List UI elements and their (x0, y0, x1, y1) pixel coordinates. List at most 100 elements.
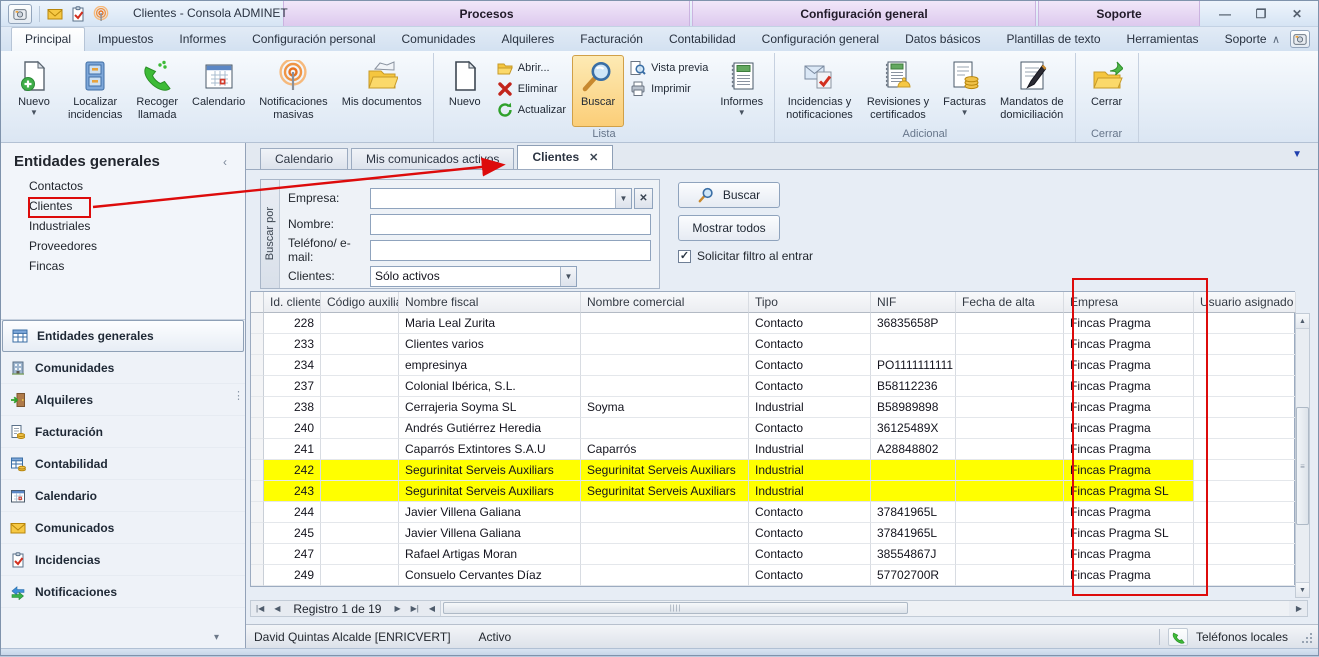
help-app-icon[interactable] (1290, 30, 1310, 48)
sidebar-item-alquileres[interactable]: Alquileres (1, 384, 245, 416)
vertical-scroll-thumb[interactable]: ≡ (1296, 407, 1309, 525)
column-header-codigo-auxiliar[interactable]: Código auxiliar (321, 292, 399, 313)
column-header-empresa[interactable]: Empresa (1064, 292, 1194, 313)
ribbon-tab-facturacion[interactable]: Facturación (567, 28, 656, 51)
restore-button[interactable]: ❐ (1248, 5, 1274, 22)
table-row[interactable]: 238Cerrajeria Soyma SLSoymaIndustrialB58… (251, 397, 1294, 418)
tasks-icon[interactable] (70, 6, 86, 22)
clientesselect[interactable]: Sólo activos▼ (370, 266, 577, 287)
mostrar-todos-button[interactable]: Mostrar todos (678, 215, 780, 241)
sidebar-item-entidades-generales[interactable]: Entidades generales (2, 320, 244, 352)
empresacombo[interactable]: ▼ (370, 188, 632, 209)
collapse-panel-icon[interactable]: ‹ (223, 155, 227, 169)
sidebar-item-contabilidad[interactable]: Contabilidad (1, 448, 245, 480)
ribbon-tab-alquileres[interactable]: Alquileres (489, 28, 568, 51)
buscar-button[interactable]: Buscar (572, 55, 624, 127)
sidebar-item-calendario[interactable]: Calendario (1, 480, 245, 512)
cerrar-button[interactable]: Cerrar (1081, 55, 1133, 127)
ribbon-tab-comunidades[interactable]: Comunidades (389, 28, 489, 51)
recoger-llamada-button[interactable]: Recoger llamada (130, 55, 184, 127)
explorer-item-proveedores[interactable]: Proveedores (1, 236, 245, 256)
column-header-fecha-de-alta[interactable]: Fecha de alta (956, 292, 1064, 313)
prev-record-button[interactable]: ◀ (269, 604, 285, 613)
clear-filter-icon[interactable]: ✕ (634, 188, 653, 209)
explorer-item-clientes[interactable]: Clientes (1, 196, 245, 216)
vertical-scrollbar[interactable]: ▲ ≡ ▼ (1295, 313, 1310, 598)
nuevo-button[interactable]: Nuevo (439, 55, 491, 127)
telefono-e-mailinput[interactable] (370, 240, 651, 261)
nombreinput[interactable] (370, 214, 651, 235)
ribbon-tab-plantillas-de-texto[interactable]: Plantillas de texto (993, 28, 1113, 51)
ribbon-tab-contabilidad[interactable]: Contabilidad (656, 28, 749, 51)
last-record-button[interactable]: ▶| (406, 604, 424, 613)
next-record-button[interactable]: ▶ (389, 604, 405, 613)
chevron-down-icon[interactable]: ▼ (560, 267, 576, 286)
collapse-ribbon-icon[interactable]: ∧ (1272, 33, 1280, 46)
imprimir-button[interactable]: Imprimir (630, 81, 708, 97)
tab-calendario[interactable]: Calendario (260, 148, 348, 169)
table-row[interactable]: 241Caparrós Extintores S.A.UCaparrósIndu… (251, 439, 1294, 460)
sidebar-item-comunicados[interactable]: Comunicados (1, 512, 245, 544)
scroll-left-icon[interactable]: ◀ (424, 604, 440, 613)
column-header-id-cliente[interactable]: Id. cliente (264, 292, 321, 313)
scroll-down-icon[interactable]: ▼ (1296, 582, 1309, 597)
abrir-button[interactable]: Abrir... (497, 60, 566, 76)
table-row[interactable]: 233Clientes variosContactoFincas Pragma (251, 334, 1294, 355)
mis-documentos-button[interactable]: Mis documentos (336, 55, 428, 127)
mail-icon[interactable] (47, 6, 63, 22)
buscar-button[interactable]: Buscar (678, 182, 780, 208)
table-row[interactable]: 245Javier Villena GalianaContacto3784196… (251, 523, 1294, 544)
scroll-right-icon[interactable]: ▶ (1291, 604, 1307, 613)
revisiones-y-certificados-button[interactable]: Revisiones y certificados (861, 55, 935, 127)
informes-button[interactable]: Informes▼ (714, 55, 769, 127)
local-phones-icon[interactable] (1168, 628, 1188, 646)
notificaciones-masivas-button[interactable]: Notificaciones masivas (253, 55, 333, 127)
table-row[interactable]: 247Rafael Artigas MoranContacto38554867J… (251, 544, 1294, 565)
facturas-button[interactable]: Facturas▼ (937, 55, 992, 127)
local-phones-label[interactable]: Teléfonos locales (1196, 630, 1288, 644)
sidebar-item-notificaciones[interactable]: Notificaciones (1, 576, 245, 608)
explorer-item-contactos[interactable]: Contactos (1, 176, 245, 196)
incidencias-y-notificaciones-button[interactable]: Incidencias y notificaciones (780, 55, 859, 127)
localizar-incidencias-button[interactable]: Localizar incidencias (62, 55, 128, 127)
column-header-nombre-comercial[interactable]: Nombre comercial (581, 292, 749, 313)
horizontal-scrollbar[interactable]: |||| (440, 601, 1289, 616)
table-row[interactable]: 234empresinyaContactoPO1111111111Fincas … (251, 355, 1294, 376)
ribbon-tab-configuracion-general[interactable]: Configuración general (749, 28, 892, 51)
horizontal-scroll-thumb[interactable]: |||| (443, 602, 908, 614)
minimize-button[interactable]: — (1212, 5, 1238, 22)
ribbon-tab-principal[interactable]: Principal (11, 27, 85, 51)
app-icon[interactable] (8, 4, 32, 24)
vista-previa-button[interactable]: Vista previa (630, 60, 708, 76)
table-row[interactable]: 243Segurinitat Serveis AuxiliarsSegurini… (251, 481, 1294, 502)
table-row[interactable]: 242Segurinitat Serveis AuxiliarsSegurini… (251, 460, 1294, 481)
sidebar-item-comunidades[interactable]: Comunidades (1, 352, 245, 384)
table-row[interactable]: 240Andrés Gutiérrez HerediaContacto36125… (251, 418, 1294, 439)
ribbon-tab-datos-basicos[interactable]: Datos básicos (892, 28, 993, 51)
tab-list-dropdown-icon[interactable]: ▼ (1292, 149, 1302, 160)
sidebar-overflow-icon[interactable]: ▾ (214, 632, 219, 643)
column-header-usuario-asignado[interactable]: Usuario asignado (1194, 292, 1296, 313)
table-row[interactable]: 228Maria Leal ZuritaContacto36835658PFin… (251, 313, 1294, 334)
ribbon-tab-soporte[interactable]: Soporte (1212, 28, 1280, 51)
tab-clientes[interactable]: Clientes✕ (517, 145, 613, 169)
column-header-nif[interactable]: NIF (871, 292, 956, 313)
table-row[interactable]: 249Consuelo Cervantes DíazContacto577027… (251, 565, 1294, 586)
scroll-up-icon[interactable]: ▲ (1296, 314, 1309, 329)
splitter-handle[interactable]: ⋮ (233, 393, 244, 400)
solicitar-filtro-checkbox[interactable]: ✓ (678, 250, 691, 263)
explorer-item-fincas[interactable]: Fincas (1, 256, 245, 276)
ribbon-tab-configuracion-personal[interactable]: Configuración personal (239, 28, 388, 51)
column-header-tipo[interactable]: Tipo (749, 292, 871, 313)
sidebar-item-facturacion[interactable]: Facturación (1, 416, 245, 448)
nuevo-button[interactable]: Nuevo▼ (8, 55, 60, 127)
actualizar-button[interactable]: Actualizar (497, 102, 566, 118)
chevron-down-icon[interactable]: ▼ (615, 189, 631, 208)
ribbon-tab-herramientas[interactable]: Herramientas (1114, 28, 1212, 51)
column-header-nombre-fiscal[interactable]: Nombre fiscal (399, 292, 581, 313)
mandatos-de-domiciliacion-button[interactable]: Mandatos de domiciliación (994, 55, 1070, 127)
first-record-button[interactable]: |◀ (251, 604, 269, 613)
ribbon-tab-informes[interactable]: Informes (166, 28, 239, 51)
calendario-button[interactable]: Calendario (186, 55, 251, 127)
close-tab-icon[interactable]: ✕ (589, 151, 598, 164)
